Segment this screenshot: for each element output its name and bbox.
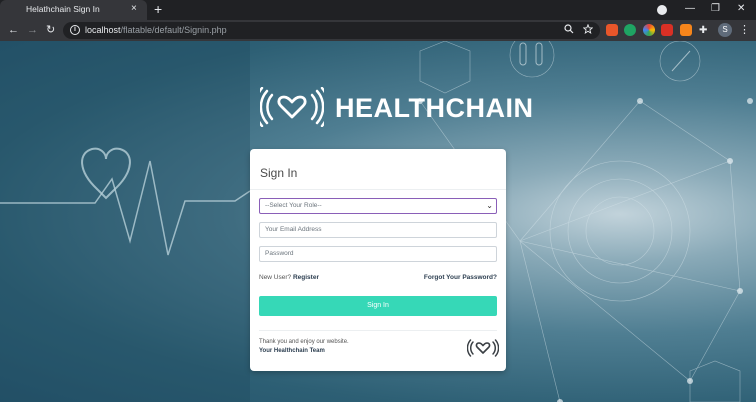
extension-icon-1[interactable]: [606, 24, 618, 36]
forgot-password-link[interactable]: Forgot Your Password?: [424, 274, 497, 281]
brand-name: HEALTHCHAIN: [335, 93, 534, 123]
role-select-value: --Select Your Role--: [265, 202, 322, 209]
url-path: /flatable/default/Signin.php: [120, 25, 227, 35]
new-tab-button[interactable]: +: [154, 1, 162, 17]
team-text: Your Healthchain Team: [259, 348, 325, 354]
back-button[interactable]: ←: [8, 23, 19, 37]
tab-close-icon[interactable]: ×: [131, 3, 137, 15]
browser-toolbar: ← → ↻ i localhost/flatable/default/Signi…: [0, 20, 756, 41]
tab-title: Helathchain Sign In: [26, 4, 100, 14]
divider: [250, 189, 506, 190]
new-user-text: New User? Register: [259, 274, 319, 281]
browser-menu-icon[interactable]: ⋮: [739, 23, 750, 37]
signin-title: Sign In: [260, 166, 298, 180]
close-window-button[interactable]: ✕: [737, 2, 745, 16]
url-host: localhost: [85, 25, 121, 35]
extension-icon-3[interactable]: [643, 24, 655, 36]
url-text[interactable]: localhost/flatable/default/Signin.php: [85, 25, 227, 35]
email-field[interactable]: Your Email Address: [259, 222, 497, 238]
page-background: HEALTHCHAIN Sign In --Select Your Role--…: [0, 41, 756, 402]
signin-button[interactable]: Sign In: [259, 296, 497, 316]
reload-button[interactable]: ↻: [46, 23, 55, 37]
extension-icon-4[interactable]: [661, 24, 673, 36]
tab-search-icon[interactable]: [657, 5, 667, 15]
heart-signal-icon: [260, 87, 324, 127]
search-icon[interactable]: [564, 24, 574, 37]
extension-icon-2[interactable]: [624, 24, 636, 36]
register-link[interactable]: Register: [293, 274, 319, 281]
tab-strip: Helathchain Sign In × + — ❐ ✕: [0, 0, 756, 20]
browser-tab[interactable]: Helathchain Sign In ×: [0, 0, 147, 20]
info-icon[interactable]: i: [70, 25, 80, 35]
avatar[interactable]: S: [718, 23, 732, 37]
extensions-puzzle-icon[interactable]: ✚: [699, 25, 707, 37]
maximize-button[interactable]: ❐: [711, 2, 720, 16]
role-select[interactable]: --Select Your Role-- ⌄: [259, 198, 497, 214]
new-user-label: New User?: [259, 274, 292, 281]
minimize-button[interactable]: —: [685, 2, 695, 16]
heart-signal-small-icon: [467, 339, 499, 357]
chevron-down-icon: ⌄: [486, 201, 493, 210]
password-field[interactable]: Password: [259, 246, 497, 262]
signin-card: Sign In --Select Your Role-- ⌄ Your Emai…: [250, 149, 506, 371]
thanks-text: Thank you and enjoy our website.: [259, 339, 349, 345]
metamask-icon[interactable]: [680, 24, 692, 36]
footer-divider: [259, 330, 497, 331]
address-bar[interactable]: i localhost/flatable/default/Signin.php: [63, 22, 600, 39]
forward-button[interactable]: →: [27, 23, 38, 37]
star-icon[interactable]: [582, 23, 594, 37]
